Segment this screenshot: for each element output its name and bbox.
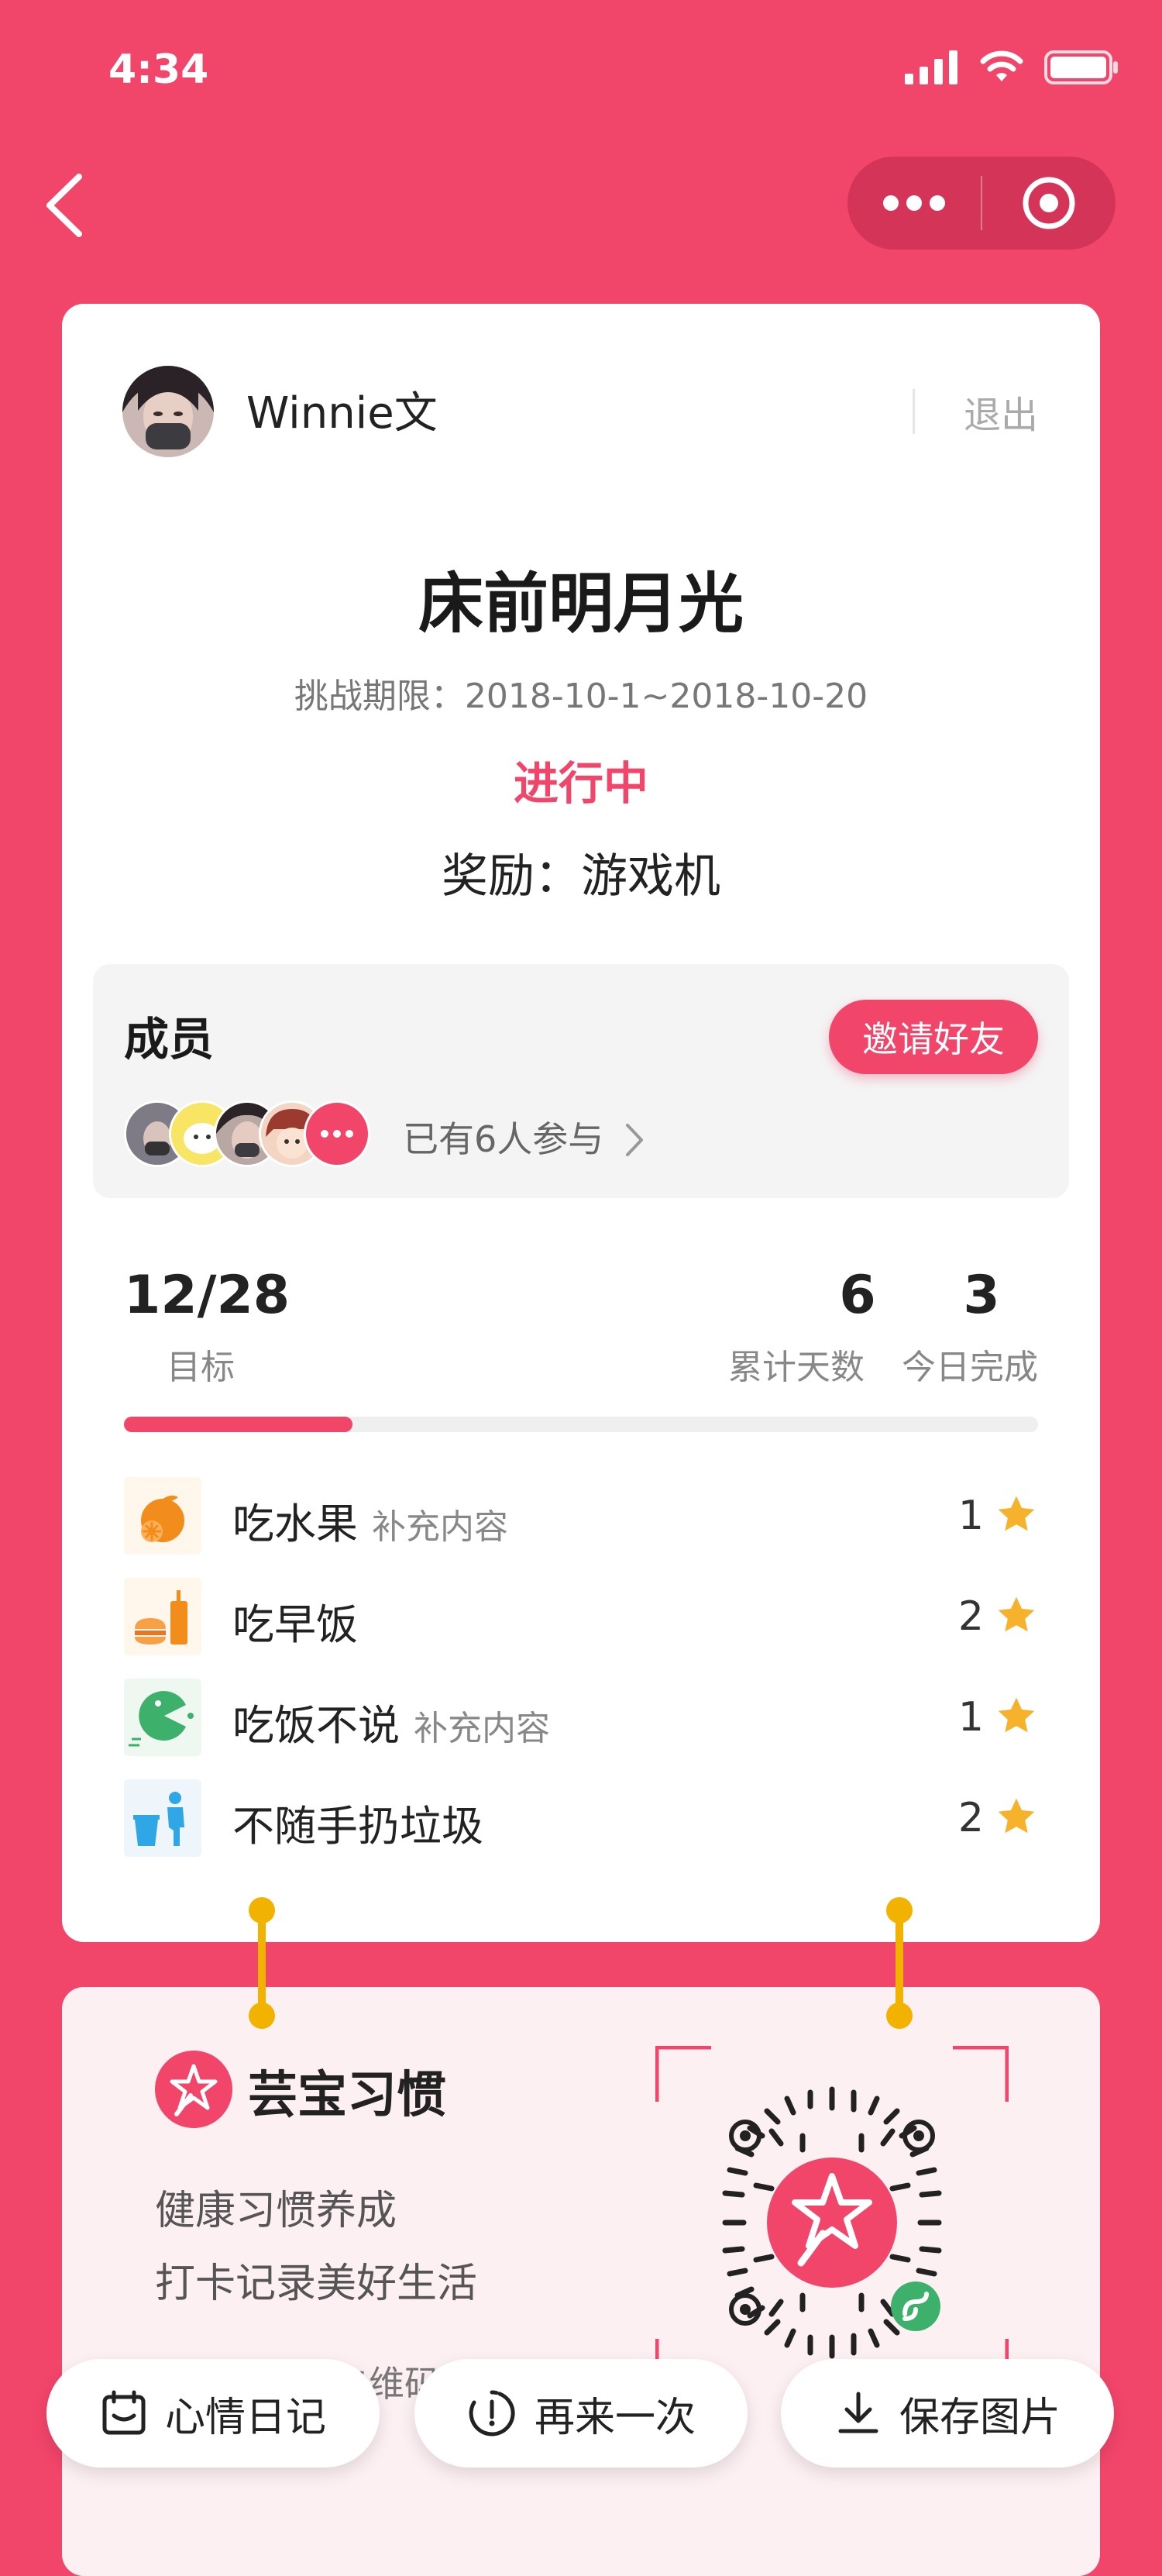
progress-fill: [124, 1417, 352, 1432]
task-count: 2: [957, 1593, 984, 1640]
member-count-text: 已有6人参与: [403, 1118, 604, 1160]
star-icon: [998, 1798, 1035, 1834]
orange-icon: [124, 1477, 201, 1555]
task-name: 吃饭不说: [232, 1701, 400, 1750]
task-name: 吃早饭: [232, 1600, 358, 1649]
star-icon: [998, 1596, 1035, 1632]
save-image-label: 保存图片: [899, 2394, 1061, 2441]
logout-button[interactable]: 退出: [964, 384, 1038, 439]
avatar-image: [122, 366, 214, 457]
connector: [258, 1910, 266, 2018]
more-members-icon: [304, 1100, 370, 1167]
task-count: 2: [957, 1795, 984, 1841]
miniprogram-capsule: [847, 157, 1116, 250]
refresh-timer-icon: [469, 2390, 515, 2437]
members-title: 成员: [124, 1013, 215, 1066]
task-note: 补充内容: [414, 1709, 550, 1748]
battery-icon: [1044, 50, 1118, 84]
task-name: 不随手扔垃圾: [232, 1802, 483, 1851]
target-close-icon: [1023, 177, 1075, 229]
mood-diary-label: 心情日记: [164, 2394, 326, 2441]
member-count[interactable]: 已有6人参与: [403, 1111, 646, 1162]
task-item[interactable]: 吃早饭 2: [124, 1578, 1038, 1658]
close-miniprogram-button[interactable]: [982, 157, 1116, 250]
days-label: 累计天数: [728, 1348, 865, 1387]
connector-dot: [249, 1897, 275, 1923]
task-note: 补充内容: [372, 1507, 508, 1547]
goal-value: 12/28: [124, 1265, 290, 1326]
retry-button[interactable]: 再来一次: [414, 2359, 748, 2468]
chevron-left-icon: [46, 174, 82, 237]
username: Winnie文: [246, 388, 438, 439]
pacman-icon: [124, 1679, 201, 1756]
challenge-reward: 奖励：游戏机: [442, 849, 720, 904]
more-button[interactable]: [847, 157, 981, 250]
qr-code-frame[interactable]: [655, 2045, 1009, 2371]
star-icon: [998, 1496, 1035, 1531]
challenge-period: 挑战期限：2018-10-1~2018-10-20: [294, 677, 868, 716]
members-panel: 成员 邀请好友 已有6人参与: [93, 964, 1069, 1198]
slogan-line-2: 打卡记录美好生活: [155, 2261, 478, 2307]
breakfast-icon: [124, 1578, 201, 1655]
challenge-card: Winnie文 退出 床前明月光 挑战期限：2018-10-1~2018-10-…: [62, 304, 1100, 1942]
wifi-icon: [980, 50, 1023, 81]
task-count: 1: [957, 1694, 984, 1741]
mood-diary-button[interactable]: 心情日记: [46, 2359, 380, 2468]
task-item[interactable]: 吃饭不说 补充内容 1: [124, 1679, 1038, 1759]
connector-dot: [886, 1897, 913, 1923]
status-icons: [905, 50, 1119, 85]
chevron-right-icon: [625, 1124, 643, 1156]
progress-bar: [124, 1417, 1038, 1432]
invite-friends-button[interactable]: 邀请好友: [829, 1000, 1038, 1074]
status-time: 4:34: [108, 46, 209, 93]
brand-name: 芸宝习惯: [248, 2067, 446, 2124]
connector: [896, 1910, 903, 2018]
save-image-button[interactable]: 保存图片: [781, 2359, 1114, 2468]
task-item[interactable]: 不随手扔垃圾 2: [124, 1779, 1038, 1860]
signal-icon: [905, 50, 957, 84]
brand-logo-icon: [153, 2049, 234, 2133]
today-value: 3: [963, 1265, 1000, 1326]
download-icon: [838, 2392, 878, 2433]
task-count: 1: [957, 1493, 984, 1539]
slogan-line-1: 健康习惯养成: [155, 2188, 397, 2234]
miniprogram-qr-code: [722, 2086, 942, 2359]
connector-dot: [886, 2003, 913, 2029]
trash-person-icon: [124, 1779, 201, 1857]
today-label: 今日完成: [902, 1348, 1038, 1387]
star-icon: [998, 1697, 1035, 1733]
retry-label: 再来一次: [534, 2394, 696, 2441]
challenge-status: 进行中: [513, 757, 648, 810]
back-button[interactable]: [39, 170, 93, 240]
more-dots-icon: [883, 195, 945, 211]
connector-dot: [249, 2003, 275, 2029]
goal-label: 目标: [167, 1348, 235, 1387]
calendar-icon: [102, 2390, 146, 2435]
task-item[interactable]: 吃水果 补充内容 1: [124, 1477, 1038, 1558]
challenge-title: 床前明月光: [418, 566, 744, 642]
avatar[interactable]: [122, 366, 214, 457]
divider: [913, 389, 915, 434]
task-name: 吃水果: [232, 1500, 358, 1548]
